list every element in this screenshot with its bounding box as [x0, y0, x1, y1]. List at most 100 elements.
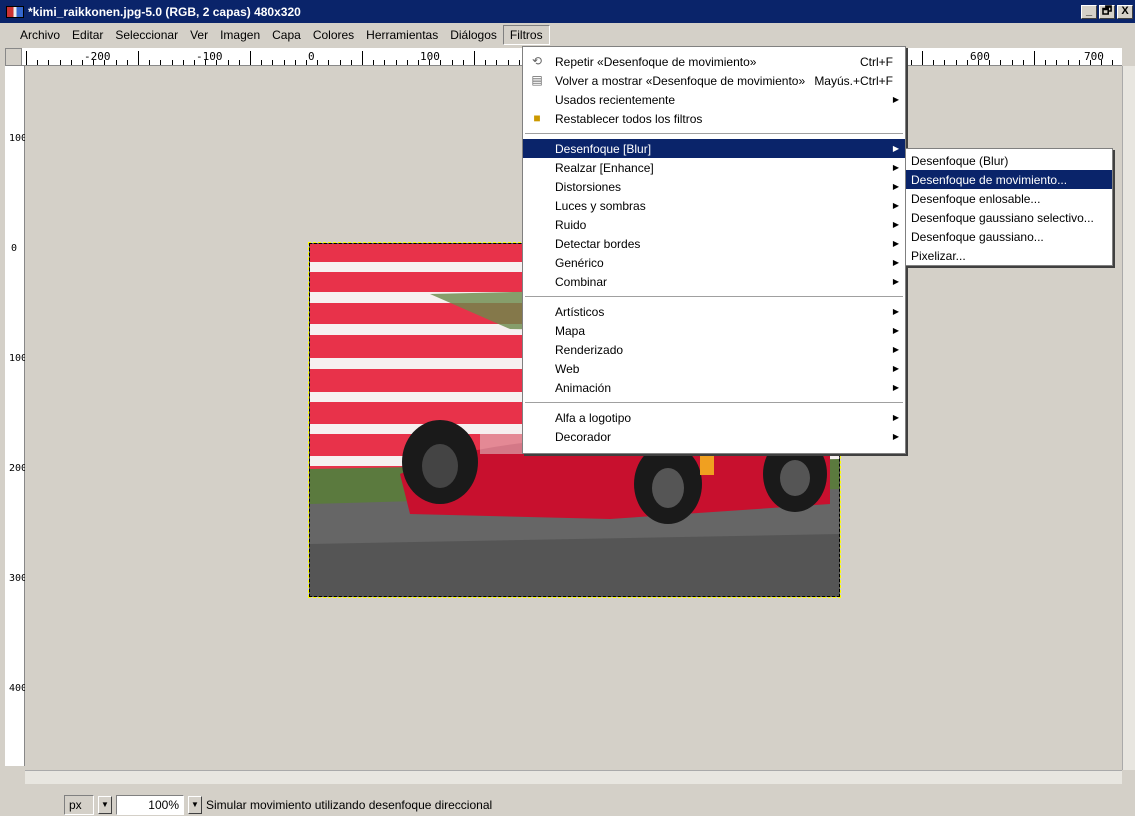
ruler-tick	[1045, 60, 1046, 65]
ruler-label: 100	[9, 353, 28, 364]
menu-item-map[interactable]: Mapa ▶	[523, 321, 905, 340]
ruler-label: 200	[9, 463, 28, 474]
title-bar[interactable]: *kimi_raikkonen.jpg-5.0 (RGB, 2 capas) 4…	[0, 0, 1135, 23]
menu-item-edge-detect[interactable]: Detectar bordes ▶	[523, 234, 905, 253]
ruler-tick	[228, 60, 229, 65]
ruler-tick	[1012, 60, 1013, 65]
ruler-tick	[340, 60, 341, 65]
ruler-tick	[172, 60, 173, 65]
menu-item-light-shadow[interactable]: Luces y sombras ▶	[523, 196, 905, 215]
menu-ver[interactable]: Ver	[184, 26, 214, 44]
menu-herramientas[interactable]: Herramientas	[360, 26, 444, 44]
submenu-arrow-icon: ▶	[892, 364, 899, 373]
chevron-down-icon[interactable]: ▼	[98, 795, 112, 814]
zoom-field[interactable]: 100%	[116, 794, 184, 815]
ruler-tick	[82, 60, 83, 65]
menu-item-reshow[interactable]: ▤ Volver a mostrar «Desenfoque de movimi…	[523, 71, 905, 90]
submenu-item-motion-blur[interactable]: Desenfoque de movimiento...	[906, 170, 1112, 189]
menu-imagen[interactable]: Imagen	[214, 26, 266, 44]
submenu-item-pixelize[interactable]: Pixelizar...	[906, 246, 1112, 265]
menu-item-noise[interactable]: Ruido ▶	[523, 215, 905, 234]
ruler-tick	[933, 60, 934, 65]
submenu-item-tileable-blur[interactable]: Desenfoque enlosable...	[906, 189, 1112, 208]
menu-item-blur[interactable]: Desenfoque [Blur] ▶	[523, 139, 905, 158]
vertical-scrollbar[interactable]	[1122, 66, 1135, 770]
menu-dialogos[interactable]: Diálogos	[444, 26, 503, 44]
ruler-tick	[407, 60, 408, 65]
menu-separator	[525, 296, 903, 297]
submenu-arrow-icon: ▶	[892, 182, 899, 191]
menu-archivo[interactable]: Archivo	[14, 26, 66, 44]
submenu-arrow-icon: ▶	[892, 307, 899, 316]
ruler-tick	[104, 60, 105, 65]
ruler-tick	[37, 60, 38, 65]
ruler-tick	[922, 51, 923, 65]
submenu-arrow-icon: ▶	[892, 383, 899, 392]
ruler-tick	[205, 60, 206, 65]
close-button[interactable]: X	[1117, 4, 1133, 19]
app-icon	[6, 5, 24, 18]
ruler-corner-button[interactable]	[5, 48, 22, 66]
status-bar: px ▼ 100% ▼ Simular movimiento utilizand…	[0, 793, 1135, 816]
chevron-down-icon[interactable]: ▼	[188, 795, 202, 814]
ruler-tick	[989, 60, 990, 65]
menu-item-repeat[interactable]: ⟲ Repetir «Desenfoque de movimiento» Ctr…	[523, 52, 905, 71]
menu-item-animation[interactable]: Animación ▶	[523, 378, 905, 397]
minimize-button[interactable]: _	[1081, 4, 1097, 19]
menu-item-render[interactable]: Renderizado ▶	[523, 340, 905, 359]
menu-item-alpha-to-logo[interactable]: Alfa a logotipo ▶	[523, 408, 905, 427]
ruler-tick	[452, 60, 453, 65]
menu-item-web[interactable]: Web ▶	[523, 359, 905, 378]
ruler-tick	[1056, 60, 1057, 65]
menu-separator	[525, 402, 903, 403]
ruler-tick	[284, 60, 285, 65]
submenu-item-gaussian-blur[interactable]: Desenfoque gaussiano...	[906, 227, 1112, 246]
submenu-arrow-icon: ▶	[892, 220, 899, 229]
menu-filtros[interactable]: Filtros	[502, 25, 550, 45]
menu-separator	[525, 133, 903, 134]
ruler-tick	[911, 60, 912, 65]
ruler-tick	[362, 51, 363, 65]
maximize-button[interactable]: 🗗	[1099, 4, 1115, 19]
menu-colores[interactable]: Colores	[307, 26, 360, 44]
menu-item-enhance[interactable]: Realzar [Enhance] ▶	[523, 158, 905, 177]
ruler-tick	[944, 60, 945, 65]
ruler-label: -100	[196, 50, 223, 63]
menu-item-recent[interactable]: Usados recientemente ▶	[523, 90, 905, 109]
ruler-tick	[1068, 60, 1069, 65]
ruler-tick	[418, 60, 419, 65]
ruler-tick	[328, 60, 329, 65]
ruler-tick	[373, 60, 374, 65]
ruler-tick	[1101, 60, 1102, 65]
filters-menu: ⟲ Repetir «Desenfoque de movimiento» Ctr…	[522, 46, 906, 454]
ruler-tick	[71, 60, 72, 65]
submenu-arrow-icon: ▶	[892, 201, 899, 210]
menu-item-decor[interactable]: Decorador ▶	[523, 427, 905, 446]
menu-item-artistic[interactable]: Artísticos ▶	[523, 302, 905, 321]
ruler-label: -200	[84, 50, 111, 63]
ruler-tick	[317, 60, 318, 65]
submenu-item-blur[interactable]: Desenfoque (Blur)	[906, 151, 1112, 170]
submenu-arrow-icon: ▶	[892, 144, 899, 153]
ruler-tick	[160, 60, 161, 65]
horizontal-scrollbar[interactable]	[25, 770, 1122, 784]
submenu-item-selective-gaussian[interactable]: Desenfoque gaussiano selectivo...	[906, 208, 1112, 227]
menu-item-reset[interactable]: ■ Restablecer todos los filtros	[523, 109, 905, 128]
submenu-arrow-icon: ▶	[892, 277, 899, 286]
ruler-tick	[384, 60, 385, 65]
ruler-tick	[149, 60, 150, 65]
vertical-ruler[interactable]: 100 0 100 200 300 400	[5, 66, 28, 766]
menu-item-combine[interactable]: Combinar ▶	[523, 272, 905, 291]
ruler-tick	[1112, 60, 1113, 65]
menu-editar[interactable]: Editar	[66, 26, 109, 44]
menu-seleccionar[interactable]: Seleccionar	[109, 26, 184, 44]
menu-capa[interactable]: Capa	[266, 26, 307, 44]
reset-icon: ■	[533, 111, 541, 125]
menu-item-generic[interactable]: Genérico ▶	[523, 253, 905, 272]
menu-item-distorts[interactable]: Distorsiones ▶	[523, 177, 905, 196]
unit-selector[interactable]: px	[64, 794, 94, 815]
ruler-tick	[396, 60, 397, 65]
ruler-tick	[1000, 60, 1001, 65]
ruler-tick	[216, 60, 217, 65]
submenu-arrow-icon: ▶	[892, 239, 899, 248]
